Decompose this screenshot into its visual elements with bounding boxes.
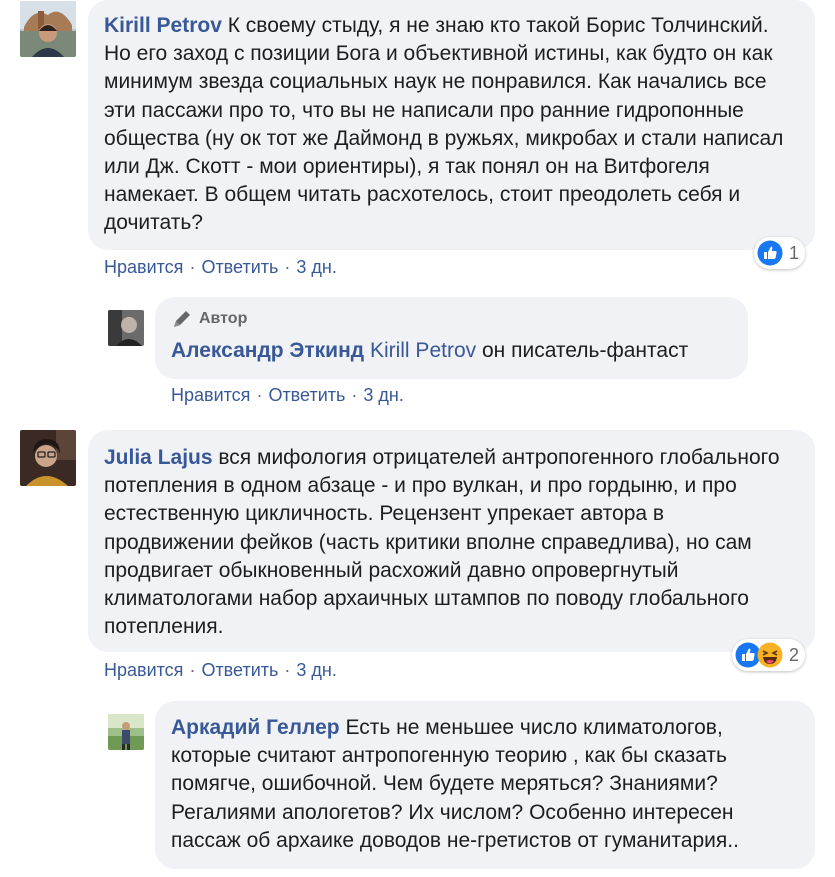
separator-dot: · xyxy=(351,385,358,405)
like-icon xyxy=(757,240,783,266)
reply-link[interactable]: Ответить xyxy=(201,660,278,680)
avatar-geller-image xyxy=(108,714,144,750)
comment-author[interactable]: Julia Lajus xyxy=(104,446,213,469)
avatar[interactable] xyxy=(20,1,76,57)
timestamp[interactable]: 3 дн. xyxy=(363,385,403,405)
comment-actions: Нравится · Ответить · 3 дн. xyxy=(171,385,404,406)
like-link[interactable]: Нравится xyxy=(104,257,183,277)
avatar-julia-image xyxy=(20,430,76,486)
comment-bubble: Kirill Petrov К своему стыду, я не знаю … xyxy=(88,0,815,250)
avatar[interactable] xyxy=(20,430,76,486)
pen-icon xyxy=(174,311,190,328)
author-badge: Автор xyxy=(171,305,732,333)
comment-author[interactable]: Аркадий Геллер xyxy=(171,716,340,739)
reaction-summary[interactable]: 1 xyxy=(754,237,806,269)
timestamp[interactable]: 3 дн. xyxy=(296,257,336,277)
separator-dot: · xyxy=(189,660,196,680)
reaction-count: 1 xyxy=(789,242,800,263)
avatar-kirill-image xyxy=(20,1,76,57)
comment-text: вся мифология отрицателей антропогенного… xyxy=(104,446,780,639)
separator-dot: · xyxy=(284,257,291,277)
comment-actions: Нравится · Ответить · 3 дн. xyxy=(104,660,337,681)
separator-dot: · xyxy=(256,385,263,405)
comment-bubble: Аркадий Геллер Есть не меньшее число кли… xyxy=(155,701,815,869)
reaction-summary[interactable]: 2 xyxy=(732,639,806,671)
like-link[interactable]: Нравится xyxy=(171,385,250,405)
mention-link[interactable]: Kirill Petrov xyxy=(370,339,476,362)
author-badge-label: Автор xyxy=(199,310,248,327)
avatar[interactable] xyxy=(108,714,144,750)
haha-icon xyxy=(757,642,783,668)
comment-actions: Нравится · Ответить · 3 дн. xyxy=(104,257,337,278)
comment-author[interactable]: Александр Эткинд xyxy=(171,339,364,362)
timestamp[interactable]: 3 дн. xyxy=(296,660,336,680)
separator-dot: · xyxy=(189,257,196,277)
avatar[interactable] xyxy=(108,310,144,346)
reply-link[interactable]: Ответить xyxy=(201,257,278,277)
separator-dot: · xyxy=(284,660,291,680)
comment-text: он писатель-фантаст xyxy=(481,339,689,363)
reply-link[interactable]: Ответить xyxy=(268,385,345,405)
comment-author[interactable]: Kirill Petrov xyxy=(104,14,222,37)
avatar-etkind-image xyxy=(108,310,144,346)
like-link[interactable]: Нравится xyxy=(104,660,183,680)
reaction-count: 2 xyxy=(789,644,800,665)
comment-text: К своему стыду, я не знаю кто такой Бори… xyxy=(104,14,784,235)
comment-bubble: Автор Александр Эткинд Kirill Petrov он … xyxy=(155,297,748,379)
comment-bubble: Julia Lajus вся мифология отрицателей ан… xyxy=(88,430,815,652)
